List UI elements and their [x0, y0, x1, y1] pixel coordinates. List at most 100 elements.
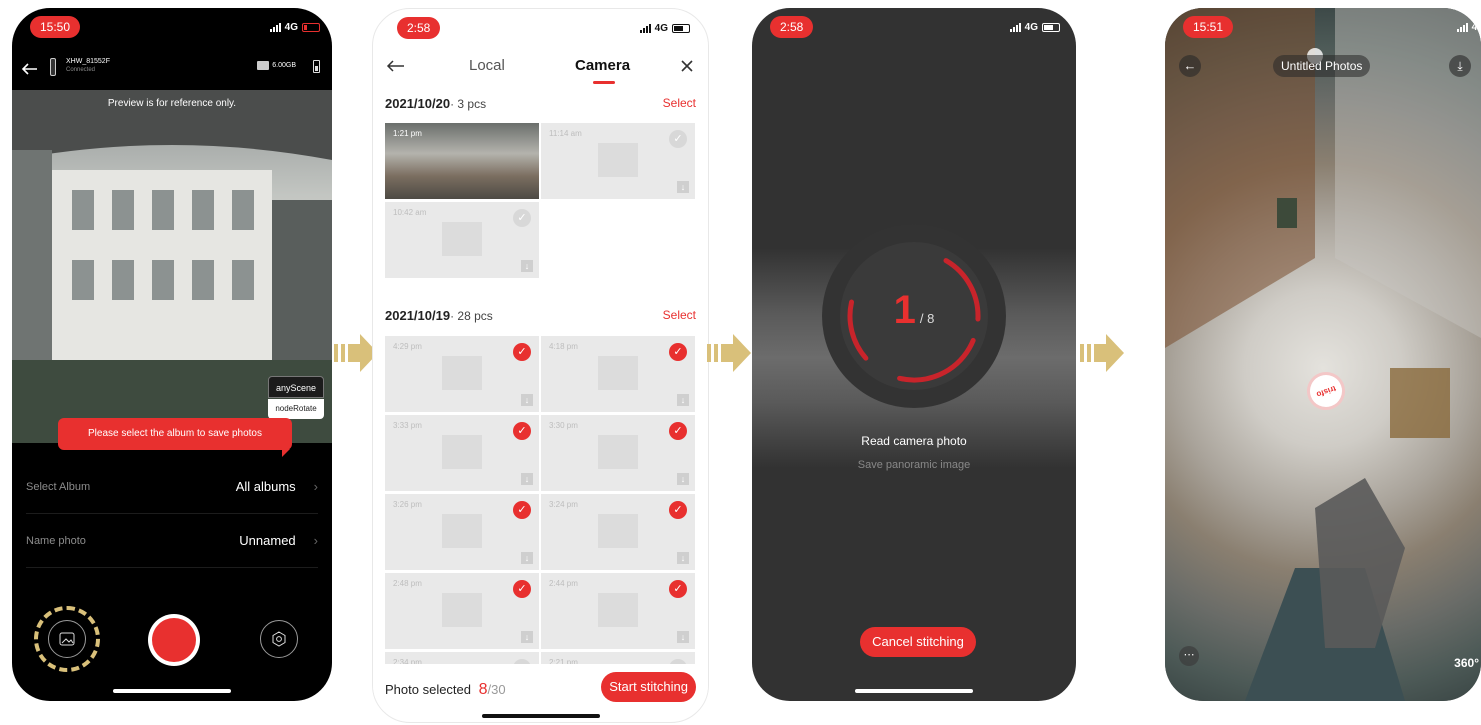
chevron-right-icon: › — [313, 479, 318, 494]
active-tab-indicator — [593, 81, 615, 84]
download-icon: ↓ — [677, 631, 689, 643]
back-arrow-icon: ← — [1183, 58, 1197, 73]
flow-arrow-icon — [1080, 334, 1124, 372]
flow-arrow-icon — [707, 334, 751, 372]
photo-thumb[interactable]: 2:44 pm ✓ ↓ — [541, 573, 695, 649]
progress-counter: 1/ 8 — [893, 288, 935, 332]
download-icon: ↓ — [677, 473, 689, 485]
download-icon: ↓ — [677, 552, 689, 564]
download-icon: ↓ — [521, 394, 533, 406]
photo-thumb[interactable]: 10:42 am ✓ ↓ — [385, 202, 539, 278]
select-album-label: Select Album — [26, 480, 91, 493]
photo-thumb[interactable]: 3:26 pm ✓ ↓ — [385, 494, 539, 570]
select-album-value: All albums — [235, 479, 296, 494]
battery-icon — [1042, 23, 1060, 32]
check-icon[interactable]: ✓ — [513, 422, 531, 440]
check-icon[interactable]: ✓ — [513, 501, 531, 519]
view-360-badge[interactable]: 360° — [1454, 656, 1479, 670]
image-placeholder-icon — [442, 435, 482, 469]
tab-camera[interactable]: Camera — [575, 57, 630, 74]
noderotate-badge[interactable]: nodeRotate — [268, 399, 324, 419]
check-icon[interactable]: ✓ — [669, 501, 687, 519]
select-link[interactable]: Select — [663, 308, 696, 322]
image-placeholder-icon — [442, 514, 482, 548]
status-time: 15:51 — [1183, 16, 1234, 38]
photo-thumb[interactable]: 3:30 pm ✓ ↓ — [541, 415, 695, 491]
preview-note: Preview is for reference only. — [107, 98, 237, 109]
select-link[interactable]: Select — [663, 96, 696, 110]
download-button[interactable]: ⤓ — [1449, 55, 1471, 77]
stitching-screen: 2:58 4G 1/ 8 Read camera photo Save pano… — [752, 8, 1076, 701]
photo-select-screen: 2:58 4G Local Camera 2021/10/20· 3 pcs S… — [372, 8, 709, 723]
back-arrow-icon[interactable] — [20, 62, 38, 76]
image-placeholder-icon — [598, 435, 638, 469]
back-arrow-icon[interactable] — [385, 59, 405, 73]
photo-thumb[interactable]: 11:14 am ✓ ↓ — [541, 123, 695, 199]
more-options-button[interactable]: ⋯ — [1179, 646, 1199, 666]
anyscene-badge[interactable]: anyScene — [268, 376, 324, 398]
tab-local[interactable]: Local — [469, 57, 505, 74]
save-album-tooltip: Please select the album to save photos — [58, 418, 292, 450]
check-icon[interactable]: ✓ — [669, 580, 687, 598]
signal-icon — [1009, 23, 1021, 32]
album-title[interactable]: Untitled Photos — [1273, 55, 1371, 77]
shutter-button[interactable] — [148, 614, 200, 666]
back-button[interactable]: ← — [1179, 55, 1201, 77]
download-icon: ↓ — [521, 631, 533, 643]
download-icon: ↓ — [521, 552, 533, 564]
device-header: XHW_81552F Connected 6.00GB — [12, 52, 332, 88]
start-stitching-button[interactable]: Start stitching — [601, 672, 696, 702]
gallery-button[interactable] — [48, 620, 86, 658]
check-icon[interactable]: ✓ — [513, 209, 531, 227]
status-signal: 4G — [1456, 22, 1481, 33]
cancel-stitching-button[interactable]: Cancel stitching — [860, 627, 976, 657]
device-status: Connected — [66, 67, 96, 73]
shutter-core — [152, 618, 196, 662]
home-indicator — [855, 689, 973, 693]
storage-label: 6.00GB — [272, 62, 296, 69]
device-name: XHW_81552F — [66, 58, 110, 65]
name-photo-label: Name photo — [26, 534, 86, 547]
check-icon[interactable]: ✓ — [513, 580, 531, 598]
section-date: 2021/10/20· 3 pcs — [385, 95, 487, 111]
chevron-right-icon: › — [313, 533, 318, 548]
panorama-scene — [1165, 8, 1481, 701]
status-signal: 4G — [269, 22, 320, 33]
status-signal: 4G — [639, 23, 690, 34]
download-icon: ↓ — [677, 394, 689, 406]
check-icon[interactable]: ✓ — [669, 422, 687, 440]
network-label: 4G — [284, 22, 298, 33]
status-time: 15:50 — [30, 16, 81, 38]
status-time: 2:58 — [397, 17, 441, 39]
gallery-icon — [59, 632, 75, 646]
selection-footer: Photo selected 8/30 Start stitching — [373, 664, 708, 722]
network-label: 4G — [654, 23, 668, 34]
network-label: 4G — [1024, 22, 1038, 33]
download-icon: ↓ — [677, 181, 689, 193]
select-album-row[interactable]: Select Album All albums › — [26, 460, 318, 514]
camera-device-icon — [50, 58, 56, 76]
settings-button[interactable] — [260, 620, 298, 658]
check-icon[interactable]: ✓ — [513, 343, 531, 361]
photo-thumb[interactable]: 2:48 pm ✓ ↓ — [385, 573, 539, 649]
capture-screen: 15:50 4G XHW_81552F Connected 6.00GB Pre… — [12, 8, 332, 701]
photo-thumb[interactable]: 1:21 pm — [385, 123, 539, 199]
step-read-photo: Read camera photo — [861, 434, 967, 448]
photo-thumb[interactable]: 4:18 pm ✓ ↓ — [541, 336, 695, 412]
name-photo-row[interactable]: Name photo Unnamed › — [26, 514, 318, 568]
step-save-panorama: Save panoramic image — [857, 459, 971, 471]
home-indicator — [113, 689, 231, 693]
image-placeholder-icon — [598, 143, 638, 177]
photo-thumb[interactable]: 3:24 pm ✓ ↓ — [541, 494, 695, 570]
live-preview[interactable]: Preview is for reference only. anyScene … — [12, 90, 332, 443]
check-icon[interactable]: ✓ — [669, 343, 687, 361]
check-icon[interactable]: ✓ — [669, 130, 687, 148]
close-icon[interactable] — [680, 59, 694, 73]
photo-thumb[interactable]: 4:29 pm ✓ ↓ — [385, 336, 539, 412]
workflow-stage: 15:50 4G XHW_81552F Connected 6.00GB Pre… — [0, 0, 1481, 725]
image-placeholder-icon — [598, 593, 638, 627]
download-icon: ↓ — [521, 260, 533, 272]
selected-count: Photo selected 8/30 — [385, 681, 506, 698]
download-icon: ↓ — [521, 473, 533, 485]
photo-thumb[interactable]: 3:33 pm ✓ ↓ — [385, 415, 539, 491]
